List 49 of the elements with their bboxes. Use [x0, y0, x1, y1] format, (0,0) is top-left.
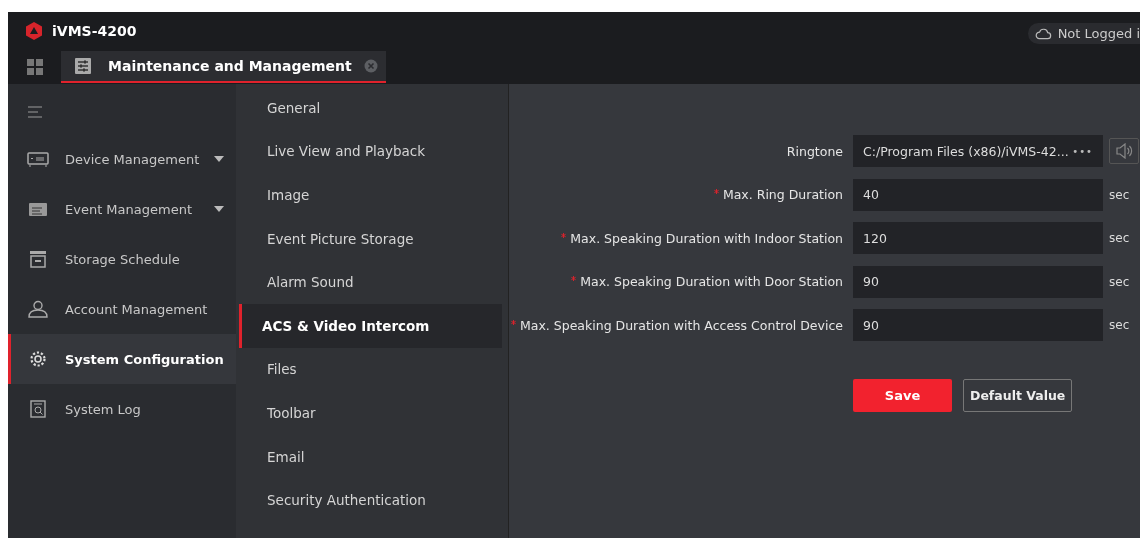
field-label: Max. Speaking Duration with Door Station [580, 274, 843, 290]
sidebar-item[interactable]: Event Management [8, 184, 236, 234]
settings-nav-item[interactable]: Security Authentication [239, 478, 502, 522]
file-path-field[interactable]: C:/Program Files (x86)/iVMS-42... ••• [853, 135, 1103, 167]
settings-nav-item[interactable]: ACS & Video Intercom [239, 303, 502, 348]
recorder-icon [27, 150, 49, 168]
settings-nav-item[interactable]: General [239, 86, 502, 130]
tray-icon [27, 200, 49, 218]
logo-icon [24, 21, 44, 41]
unit-label: sec [1109, 231, 1130, 246]
settings-sliders-icon [74, 57, 92, 75]
app-title: iVMS-4200 [52, 23, 137, 39]
settings-nav-item[interactable]: Event Picture Storage [239, 216, 502, 261]
field-label: Max. Speaking Duration with Access Control Device [520, 317, 843, 333]
field-label: Ringtone [786, 143, 843, 159]
search-document-icon [27, 400, 49, 418]
number-input[interactable]: 90 [853, 265, 1103, 298]
settings-nav-item[interactable]: Toolbar [239, 391, 502, 435]
sidebar-item[interactable]: System Configuration [8, 334, 236, 384]
settings-nav-item[interactable]: Email [239, 434, 502, 479]
save-button[interactable]: Save [853, 378, 952, 412]
user-icon [27, 300, 49, 318]
number-input[interactable]: 40 [853, 178, 1103, 211]
sidebar-item[interactable]: Account Management [8, 284, 236, 334]
close-icon[interactable] [363, 59, 378, 73]
archive-box-icon [27, 250, 49, 268]
settings-nav-item[interactable]: Live View and Playback [239, 129, 502, 174]
app-grid-icon[interactable] [26, 58, 44, 76]
account-status-button[interactable]: Not Logged i [1027, 22, 1140, 44]
default-value-button[interactable]: Default Value [963, 378, 1073, 412]
sidebar-item[interactable]: System Log [8, 384, 236, 434]
browse-button[interactable]: ••• [1072, 145, 1093, 157]
number-input[interactable]: 120 [853, 222, 1103, 255]
module-tab[interactable]: Maintenance and Management [61, 51, 386, 83]
sidebar-item[interactable]: Storage Schedule [8, 234, 236, 284]
unit-label: sec [1109, 187, 1130, 202]
play-button[interactable] [1109, 138, 1139, 164]
unit-label: sec [1109, 274, 1130, 289]
field-label: Max. Speaking Duration with Indoor Station [570, 230, 843, 246]
sidebar-item[interactable]: Device Management [8, 134, 236, 184]
settings-nav-item[interactable]: Files [239, 347, 502, 392]
speaker-icon [1115, 143, 1133, 159]
unit-label: sec [1109, 318, 1130, 333]
settings-nav-item[interactable]: Alarm Sound [239, 260, 502, 304]
cloud-icon [1034, 26, 1052, 40]
settings-nav-item[interactable]: Image [239, 173, 502, 217]
menu-icon[interactable] [28, 106, 42, 118]
field-label: Max. Ring Duration [722, 187, 843, 203]
number-input[interactable]: 90 [853, 309, 1103, 342]
